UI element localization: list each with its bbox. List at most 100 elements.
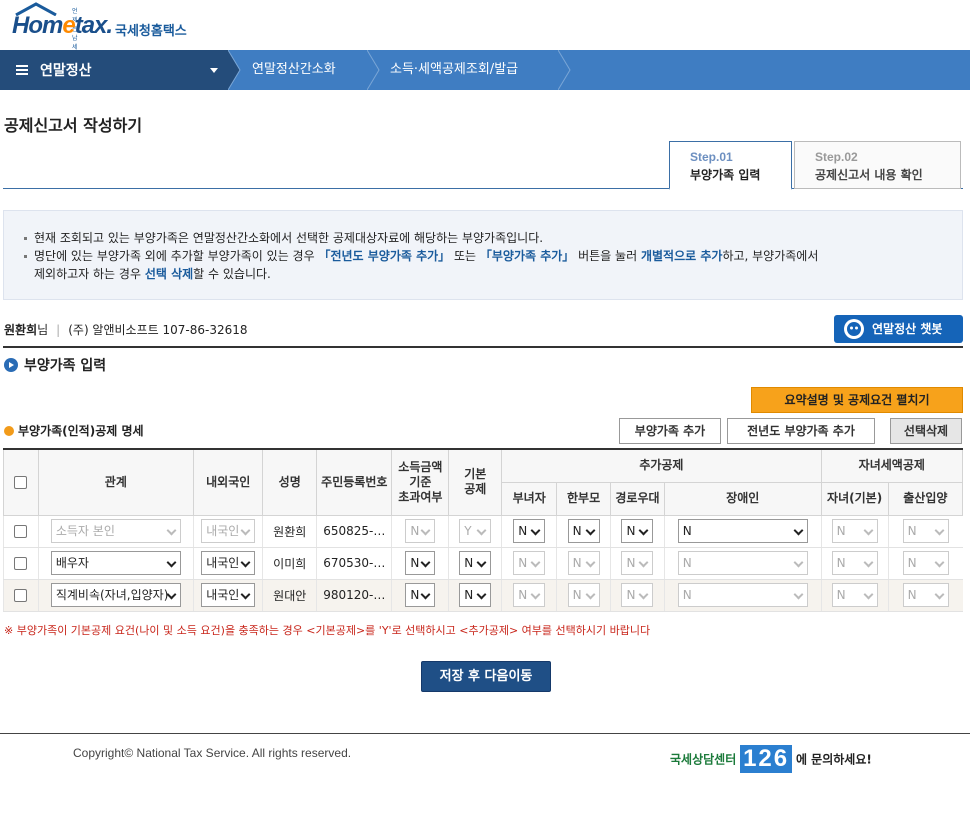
- income-select[interactable]: N: [405, 583, 436, 607]
- woman-select[interactable]: N: [513, 583, 546, 607]
- separator: |: [56, 323, 61, 337]
- subsection-title: 부양가족(인적)공제 명세: [4, 422, 144, 439]
- header-child-basic: 자녀(기본): [820, 481, 889, 516]
- disabled-select[interactable]: N: [677, 551, 808, 575]
- info-line-cont: 제외하고자 하는 경우 선택 삭제할 수 있습니다.: [34, 267, 271, 281]
- section-divider: [3, 346, 963, 348]
- header-child-credit: 자녀세액공제: [820, 448, 964, 483]
- table-row: 직계비속(자녀,입양자) 내국인 원대안 980120-… N N N N N …: [3, 579, 963, 612]
- summary-toggle-button[interactable]: 요약설명 및 공제요건 펼치기: [751, 387, 963, 413]
- elder-select[interactable]: N: [621, 551, 654, 575]
- nav-menu-title: 연말정산: [40, 63, 92, 79]
- chatbot-label: 연말정산 챗봇: [872, 322, 943, 336]
- add-prev-year-dependent-button[interactable]: 전년도 부양가족 추가: [727, 418, 875, 444]
- breadcrumb-arrow-icon: [228, 50, 241, 90]
- header-disabled: 장애인: [663, 481, 822, 516]
- elder-select[interactable]: N: [621, 583, 654, 607]
- breadcrumb-arrow-icon: [367, 50, 380, 90]
- header-income: 소득금액 기준 초과여부: [391, 448, 450, 516]
- relation-select[interactable]: 직계비속(자녀,입양자): [50, 583, 181, 607]
- row-checkbox[interactable]: [14, 525, 28, 538]
- info-line: 현재 조회되고 있는 부양가족은 연말정산간소화에서 선택한 공제대상자료에 해…: [22, 229, 962, 247]
- header-birth-adopt: 출산입양: [887, 481, 964, 516]
- user-name: 원환희: [4, 323, 38, 337]
- chatbot-button[interactable]: 연말정산 챗봇: [834, 315, 963, 343]
- tab-step-01[interactable]: Step.01 부양가족 입력: [669, 141, 792, 190]
- tab-step-label: 부양가족 입력: [690, 168, 761, 182]
- single-parent-select[interactable]: N: [567, 551, 600, 575]
- single-parent-select[interactable]: N: [567, 519, 600, 543]
- header-elder: 경로우대: [610, 481, 665, 516]
- relation-select[interactable]: 소득자 본인: [50, 519, 181, 543]
- row-checkbox[interactable]: [14, 589, 28, 602]
- child-basic-select[interactable]: N: [831, 551, 878, 575]
- nationality-select[interactable]: 내국인: [201, 551, 256, 575]
- woman-select[interactable]: N: [513, 551, 546, 575]
- nav-menu-dropdown[interactable]: 연말정산: [0, 50, 228, 90]
- header-name: 성명: [262, 448, 318, 516]
- header-rrn: 주민등록번호: [316, 448, 393, 516]
- birth-adopt-select[interactable]: N: [902, 519, 949, 543]
- income-select[interactable]: N: [405, 519, 436, 543]
- basic-select[interactable]: N: [459, 551, 492, 575]
- name-cell: 원환희: [262, 515, 317, 548]
- logo-wordmark: Hometax.: [12, 12, 113, 39]
- add-dependent-button[interactable]: 부양가족 추가: [619, 418, 721, 444]
- row-checkbox[interactable]: [14, 557, 28, 570]
- caret-down-icon: [210, 68, 218, 73]
- call-center-label: 국세상담센터: [670, 752, 737, 767]
- logo-korean: 국세청홈택스: [115, 24, 187, 39]
- arrow-circle-icon: [4, 358, 18, 372]
- hamburger-icon: [16, 65, 28, 75]
- disabled-select[interactable]: N: [677, 519, 808, 543]
- child-basic-select[interactable]: N: [831, 583, 878, 607]
- table-row: 배우자 내국인 이미희 670530-… N N N N N N N N: [3, 547, 963, 580]
- select-all-checkbox[interactable]: [14, 475, 28, 489]
- dependents-table: 관계 내외국인 성명 주민등록번호 소득금액 기준 초과여부 기본 공제 추가공제 자…: [3, 448, 964, 612]
- section-title: 부양가족 입력: [4, 355, 106, 375]
- woman-select[interactable]: N: [513, 519, 546, 543]
- user-suffix: 님: [37, 323, 49, 337]
- basic-select[interactable]: N: [459, 583, 492, 607]
- nationality-select[interactable]: 내국인: [201, 519, 256, 543]
- rrn-cell: 650825-…: [316, 515, 392, 548]
- nationality-select[interactable]: 내국인: [201, 583, 256, 607]
- chatbot-icon: [844, 319, 864, 339]
- header-relation: 관계: [37, 448, 195, 516]
- breadcrumb-item-2[interactable]: 소득·세액공제조회/발급: [390, 50, 518, 90]
- footer-divider: [0, 733, 970, 734]
- rrn-cell: 670530-…: [316, 547, 392, 580]
- user-info: 원환희님 | (주) 알앤비소프트 107-86-32618: [4, 321, 248, 338]
- copyright: Copyright© National Tax Service. All rig…: [73, 746, 352, 760]
- info-box: 현재 조회되고 있는 부양가족은 연말정산간소화에서 선택한 공제대상자료에 해…: [3, 210, 963, 300]
- company-info: (주) 알앤비소프트 107-86-32618: [68, 323, 248, 337]
- call-center-banner: 국세상담센터 126 에 문의하세요!: [670, 745, 872, 775]
- delete-selected-button[interactable]: 선택삭제: [890, 418, 962, 444]
- save-next-button[interactable]: 저장 후 다음이동: [421, 661, 551, 692]
- basic-select[interactable]: Y: [459, 519, 492, 543]
- birth-adopt-select[interactable]: N: [902, 583, 949, 607]
- name-cell: 원대안: [262, 579, 317, 612]
- call-center-text: 에 문의하세요!: [795, 752, 872, 767]
- single-parent-select[interactable]: N: [567, 583, 600, 607]
- rrn-cell: 980120-…: [316, 579, 392, 612]
- name-cell: 이미희: [262, 547, 317, 580]
- elder-select[interactable]: N: [621, 519, 654, 543]
- requirement-note: ※ 부양가족이 기본공제 요건(나이 및 소득 요건)을 충족하는 경우 <기본…: [4, 624, 651, 637]
- breadcrumb-arrow-icon: [558, 50, 571, 90]
- header-single-parent: 한부모: [556, 481, 612, 516]
- header-nationality: 내외국인: [193, 448, 264, 516]
- disabled-select[interactable]: N: [677, 583, 808, 607]
- tab-step-number: Step.01: [690, 150, 733, 164]
- breadcrumb-item-1[interactable]: 연말정산간소화: [252, 50, 336, 90]
- tab-step-02[interactable]: Step.02 공제신고서 내용 확인: [794, 141, 961, 189]
- birth-adopt-select[interactable]: N: [902, 551, 949, 575]
- info-line: 명단에 있는 부양가족 외에 추가할 부양가족이 있는 경우 「전년도 부양가족…: [22, 247, 962, 265]
- header-woman: 부녀자: [501, 481, 558, 516]
- child-basic-select[interactable]: N: [831, 519, 878, 543]
- page-title: 공제신고서 작성하기: [4, 116, 143, 135]
- tab-step-label: 공제신고서 내용 확인: [815, 168, 923, 182]
- table-row: 소득자 본인 내국인 원환희 650825-… N Y N N N N N N: [3, 515, 963, 548]
- relation-select[interactable]: 배우자: [50, 551, 181, 575]
- income-select[interactable]: N: [405, 551, 436, 575]
